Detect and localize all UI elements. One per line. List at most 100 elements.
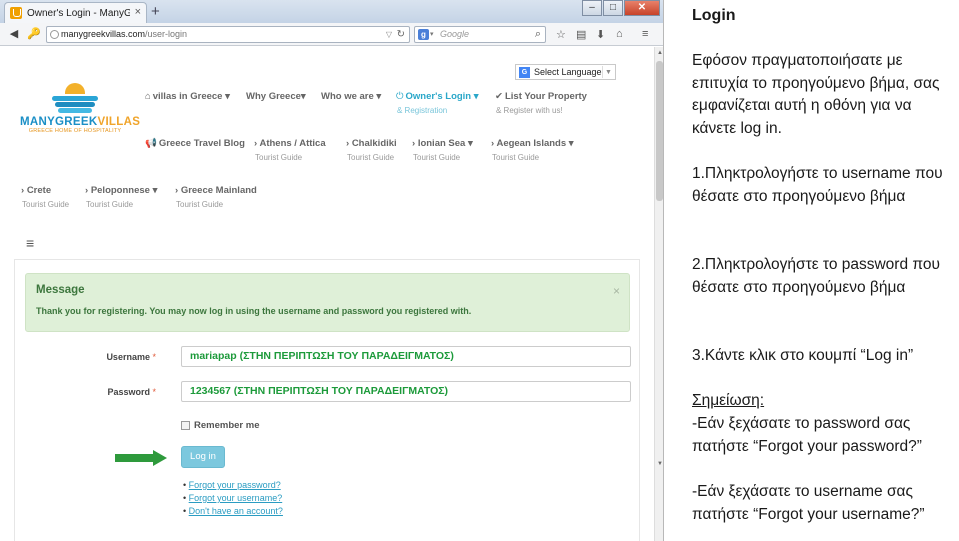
power-icon: ⏻ [396,91,404,102]
download-icon[interactable]: ⬇ [596,28,605,41]
username-field[interactable]: mariapap (ΣΤΗΝ ΠΕΡΙΠΤΩΣΗ ΤΟΥ ΠΑΡΑΔΕΙΓΜΑΤ… [181,346,631,367]
nav-list-your-property-sub: & Register with us! [496,106,563,115]
nav-greece-travel-blog[interactable]: 📢 Greece Travel Blog [145,138,245,149]
logo-mark-icon [52,83,98,113]
instructions-intro: Εφόσον πραγματοποιήσατε με επιτυχία το π… [692,52,940,137]
web-page: MANYGREEKVILLAS GREECE HOME OF HOSPITALI… [0,47,654,541]
scroll-up-icon[interactable]: ▲ [656,50,663,58]
check-circle-icon: ✔ [495,91,503,102]
scrollbar-thumb[interactable] [656,61,663,201]
nav-greece-mainland[interactable]: › Greece Mainland [175,185,257,196]
nav-athens-attica[interactable]: › Athens / Attica [254,138,326,149]
nav-aegean-islands[interactable]: › Aegean Islands ▾ [491,138,574,149]
nav-ionian-sea-sub: Tourist Guide [413,153,461,162]
slide: Owner's Login - ManyGree... × + – □ ✕ ◀ … [0,0,959,541]
nav-greece-mainland-sub: Tourist Guide [176,200,224,209]
page-scrollbar[interactable]: ▲ ▼ [654,47,663,541]
window-controls: – □ ✕ [581,0,660,16]
nav-aegean-islands-sub: Tourist Guide [492,153,540,162]
logo-tagline: GREECE HOME OF HOSPITALITY [28,128,122,134]
language-selector-label: Select Language [534,67,602,77]
instructions-step-1: 1.Πληκτρολογήστε το username που θέσατε … [692,165,943,205]
minimize-button[interactable]: – [582,0,602,16]
title-bar: Owner's Login - ManyGree... × + – □ ✕ [0,0,663,23]
nav-who-we-are[interactable]: Who we are ▾ [321,91,381,102]
nav-owners-login-sub: & Registration [397,106,448,115]
register-link[interactable]: Don't have an account? [189,506,283,516]
forgot-username-link[interactable]: Forgot your username? [189,493,283,503]
password-label: Password * [107,387,156,397]
login-button[interactable]: Log in [181,446,225,468]
bookmark-star-icon[interactable]: ☆ [556,28,566,41]
maximize-button[interactable]: □ [603,0,623,16]
list-item: • Forgot your password? [183,480,281,490]
success-message: Message Thank you for registering. You m… [25,273,630,332]
list-item: • Forgot your username? [183,493,283,503]
instructions-step-2: 2.Πληκτρολογήστε το password που θέσατε … [692,256,940,296]
forgot-password-link[interactable]: Forgot your password? [189,480,281,490]
instructions-note-1: -Εάν ξεχάσατε το password σας πατήστε “F… [692,415,922,455]
google-engine-icon[interactable]: g [418,29,429,40]
nav-crete-sub: Tourist Guide [22,200,70,209]
site-favicon-icon [10,7,22,19]
list-item: • Don't have an account? [183,506,283,516]
url-path: /user-login [145,29,188,39]
nav-villas-in-greece[interactable]: ⌂ villas in Greece ▾ [145,91,230,102]
instructions-note-title: Σημείωση: [692,392,765,409]
instructions-heading: Login [692,7,736,24]
nav-peloponnese[interactable]: › Peloponnese ▾ [85,185,157,196]
chevron-down-icon: ▼ [602,66,614,78]
navigation-toolbar: ◀ 🔑 manygreekvillas.com/user-login ▽ ↻ g… [0,23,663,46]
home-icon: ⌂ [145,91,151,102]
home-icon[interactable]: ⌂ [616,28,623,40]
search-bar[interactable]: g ▾ Google ⌕ [414,26,546,43]
search-icon[interactable]: ⌕ [535,27,541,42]
password-field[interactable]: 1234567 (ΣΤΗΝ ΠΕΡΙΠΤΩΣΗ ΤΟΥ ΠΑΡΑΔΕΙΓΜΑΤΟ… [181,381,631,402]
green-arrow-icon [115,450,168,466]
remember-me-checkbox[interactable] [181,421,190,430]
remember-me[interactable]: Remember me [181,420,259,431]
tab-title: Owner's Login - ManyGree... [27,7,130,19]
close-window-button[interactable]: ✕ [624,0,660,16]
url-host: manygreekvillas.com [61,29,146,39]
instructions-note-2: -Εάν ξεχάσατε το username σας πατήστε “F… [692,483,925,523]
message-text: Thank you for registering. You may now l… [36,306,472,316]
scroll-down-icon[interactable]: ▼ [656,461,663,469]
tab-close-icon[interactable]: × [135,6,141,18]
nav-chalkidiki-sub: Tourist Guide [347,153,395,162]
bookmarks-list-icon[interactable]: ▤ [576,28,586,41]
nav-ionian-sea[interactable]: › Ionian Sea ▾ [412,138,473,149]
nav-chalkidiki[interactable]: › Chalkidiki [346,138,397,149]
nav-list-your-property[interactable]: ✔ List Your Property [495,91,587,102]
engine-dropdown-icon[interactable]: ▾ [430,27,434,42]
browser-tab[interactable]: Owner's Login - ManyGree... × [4,2,147,23]
close-icon[interactable]: × [613,284,620,298]
nav-why-greece[interactable]: Why Greece▾ [246,91,306,102]
nav-crete[interactable]: › Crete [21,185,51,196]
instructions-step-3: 3.Κάντε κλικ στο κουμπί “Log in” [692,347,914,364]
logo-name: MANYGREEKVILLAS [20,116,141,128]
back-arrow-icon[interactable]: ◀ [5,26,23,43]
message-title: Message [36,284,85,296]
google-translate-icon: G [519,66,530,78]
megaphone-icon: 📢 [145,138,157,149]
remember-me-label: Remember me [194,420,260,431]
browser-window: Owner's Login - ManyGree... × + – □ ✕ ◀ … [0,0,664,541]
site-identity-icon[interactable]: 🔑 [25,26,43,43]
nav-peloponnese-sub: Tourist Guide [86,200,134,209]
globe-icon [50,30,59,39]
nav-owners-login[interactable]: ⏻ Owner's Login ▾ [396,91,479,102]
language-selector[interactable]: G Select Language ▼ [515,64,616,80]
instructions-panel: Login Εφόσον πραγματοποιήσατε με επιτυχί… [692,0,959,541]
account-links: • Forgot your password? • Forgot your us… [183,479,283,518]
search-placeholder: Google [440,29,470,39]
menu-icon[interactable]: ≡ [642,28,648,40]
reload-icon[interactable]: ↻ [397,27,405,42]
url-dropdown-icon[interactable]: ▽ [386,27,392,42]
site-logo[interactable]: MANYGREEKVILLAS GREECE HOME OF HOSPITALI… [20,83,141,134]
hamburger-menu-icon[interactable]: ≡ [26,235,34,251]
nav-athens-attica-sub: Tourist Guide [255,153,303,162]
new-tab-button[interactable]: + [151,3,160,20]
address-bar[interactable]: manygreekvillas.com/user-login ▽ ↻ [46,26,410,43]
username-label: Username * [106,352,156,362]
